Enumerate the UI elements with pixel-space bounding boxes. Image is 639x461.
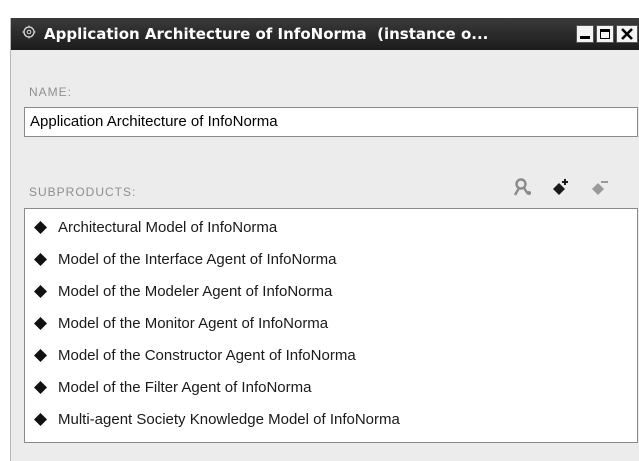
close-button[interactable]	[616, 25, 638, 43]
list-item[interactable]: Model of the Monitor Agent of InfoNorma	[25, 312, 637, 336]
list-item-label: Model of the Modeler Agent of InfoNorma	[58, 283, 333, 300]
list-item-label: Model of the Interface Agent of InfoNorm…	[58, 251, 337, 268]
name-field[interactable]: Application Architecture of InfoNorma	[24, 107, 638, 137]
diamond-icon	[34, 253, 47, 266]
subproducts-label: SUBPRODUCTS:	[29, 185, 137, 199]
window-titlebar[interactable]: Application Architecture of InfoNorma (i…	[11, 18, 639, 50]
diamond-icon	[34, 317, 47, 330]
diamond-icon	[34, 413, 47, 426]
gear-icon	[22, 25, 36, 39]
add-diamond-icon[interactable]	[552, 177, 572, 197]
instance-window: Application Architecture of InfoNorma (i…	[10, 18, 639, 461]
list-item-label: Model of the Filter Agent of InfoNorma	[58, 379, 312, 396]
list-item-label: Model of the Monitor Agent of InfoNorma	[58, 315, 329, 332]
list-item[interactable]: Model of the Filter Agent of InfoNorma	[25, 376, 637, 400]
list-item-label: Architectural Model of InfoNorma	[58, 219, 278, 236]
diamond-icon	[34, 381, 47, 394]
maximize-button[interactable]	[596, 25, 614, 43]
list-item[interactable]: Model of the Modeler Agent of InfoNorma	[25, 280, 637, 304]
subproducts-list[interactable]: Architectural Model of InfoNorma Model o…	[24, 208, 638, 443]
list-item[interactable]: Model of the Constructor Agent of InfoNo…	[25, 344, 637, 368]
list-item-label: Model of the Constructor Agent of InfoNo…	[58, 347, 356, 364]
list-item[interactable]: Architectural Model of InfoNorma	[25, 216, 637, 240]
list-item[interactable]: Multi-agent Society Knowledge Model of I…	[25, 408, 637, 432]
window-title: Application Architecture of InfoNorma (i…	[44, 25, 489, 43]
person-icon[interactable]	[513, 177, 533, 197]
list-item[interactable]: Model of the Interface Agent of InfoNorm…	[25, 248, 637, 272]
remove-diamond-icon[interactable]	[591, 177, 611, 197]
diamond-icon	[34, 349, 47, 362]
diamond-icon	[34, 285, 47, 298]
name-label: NAME:	[29, 85, 73, 99]
minimize-button[interactable]	[576, 25, 594, 43]
diamond-icon	[34, 221, 47, 234]
list-item-label: Multi-agent Society Knowledge Model of I…	[58, 411, 400, 428]
